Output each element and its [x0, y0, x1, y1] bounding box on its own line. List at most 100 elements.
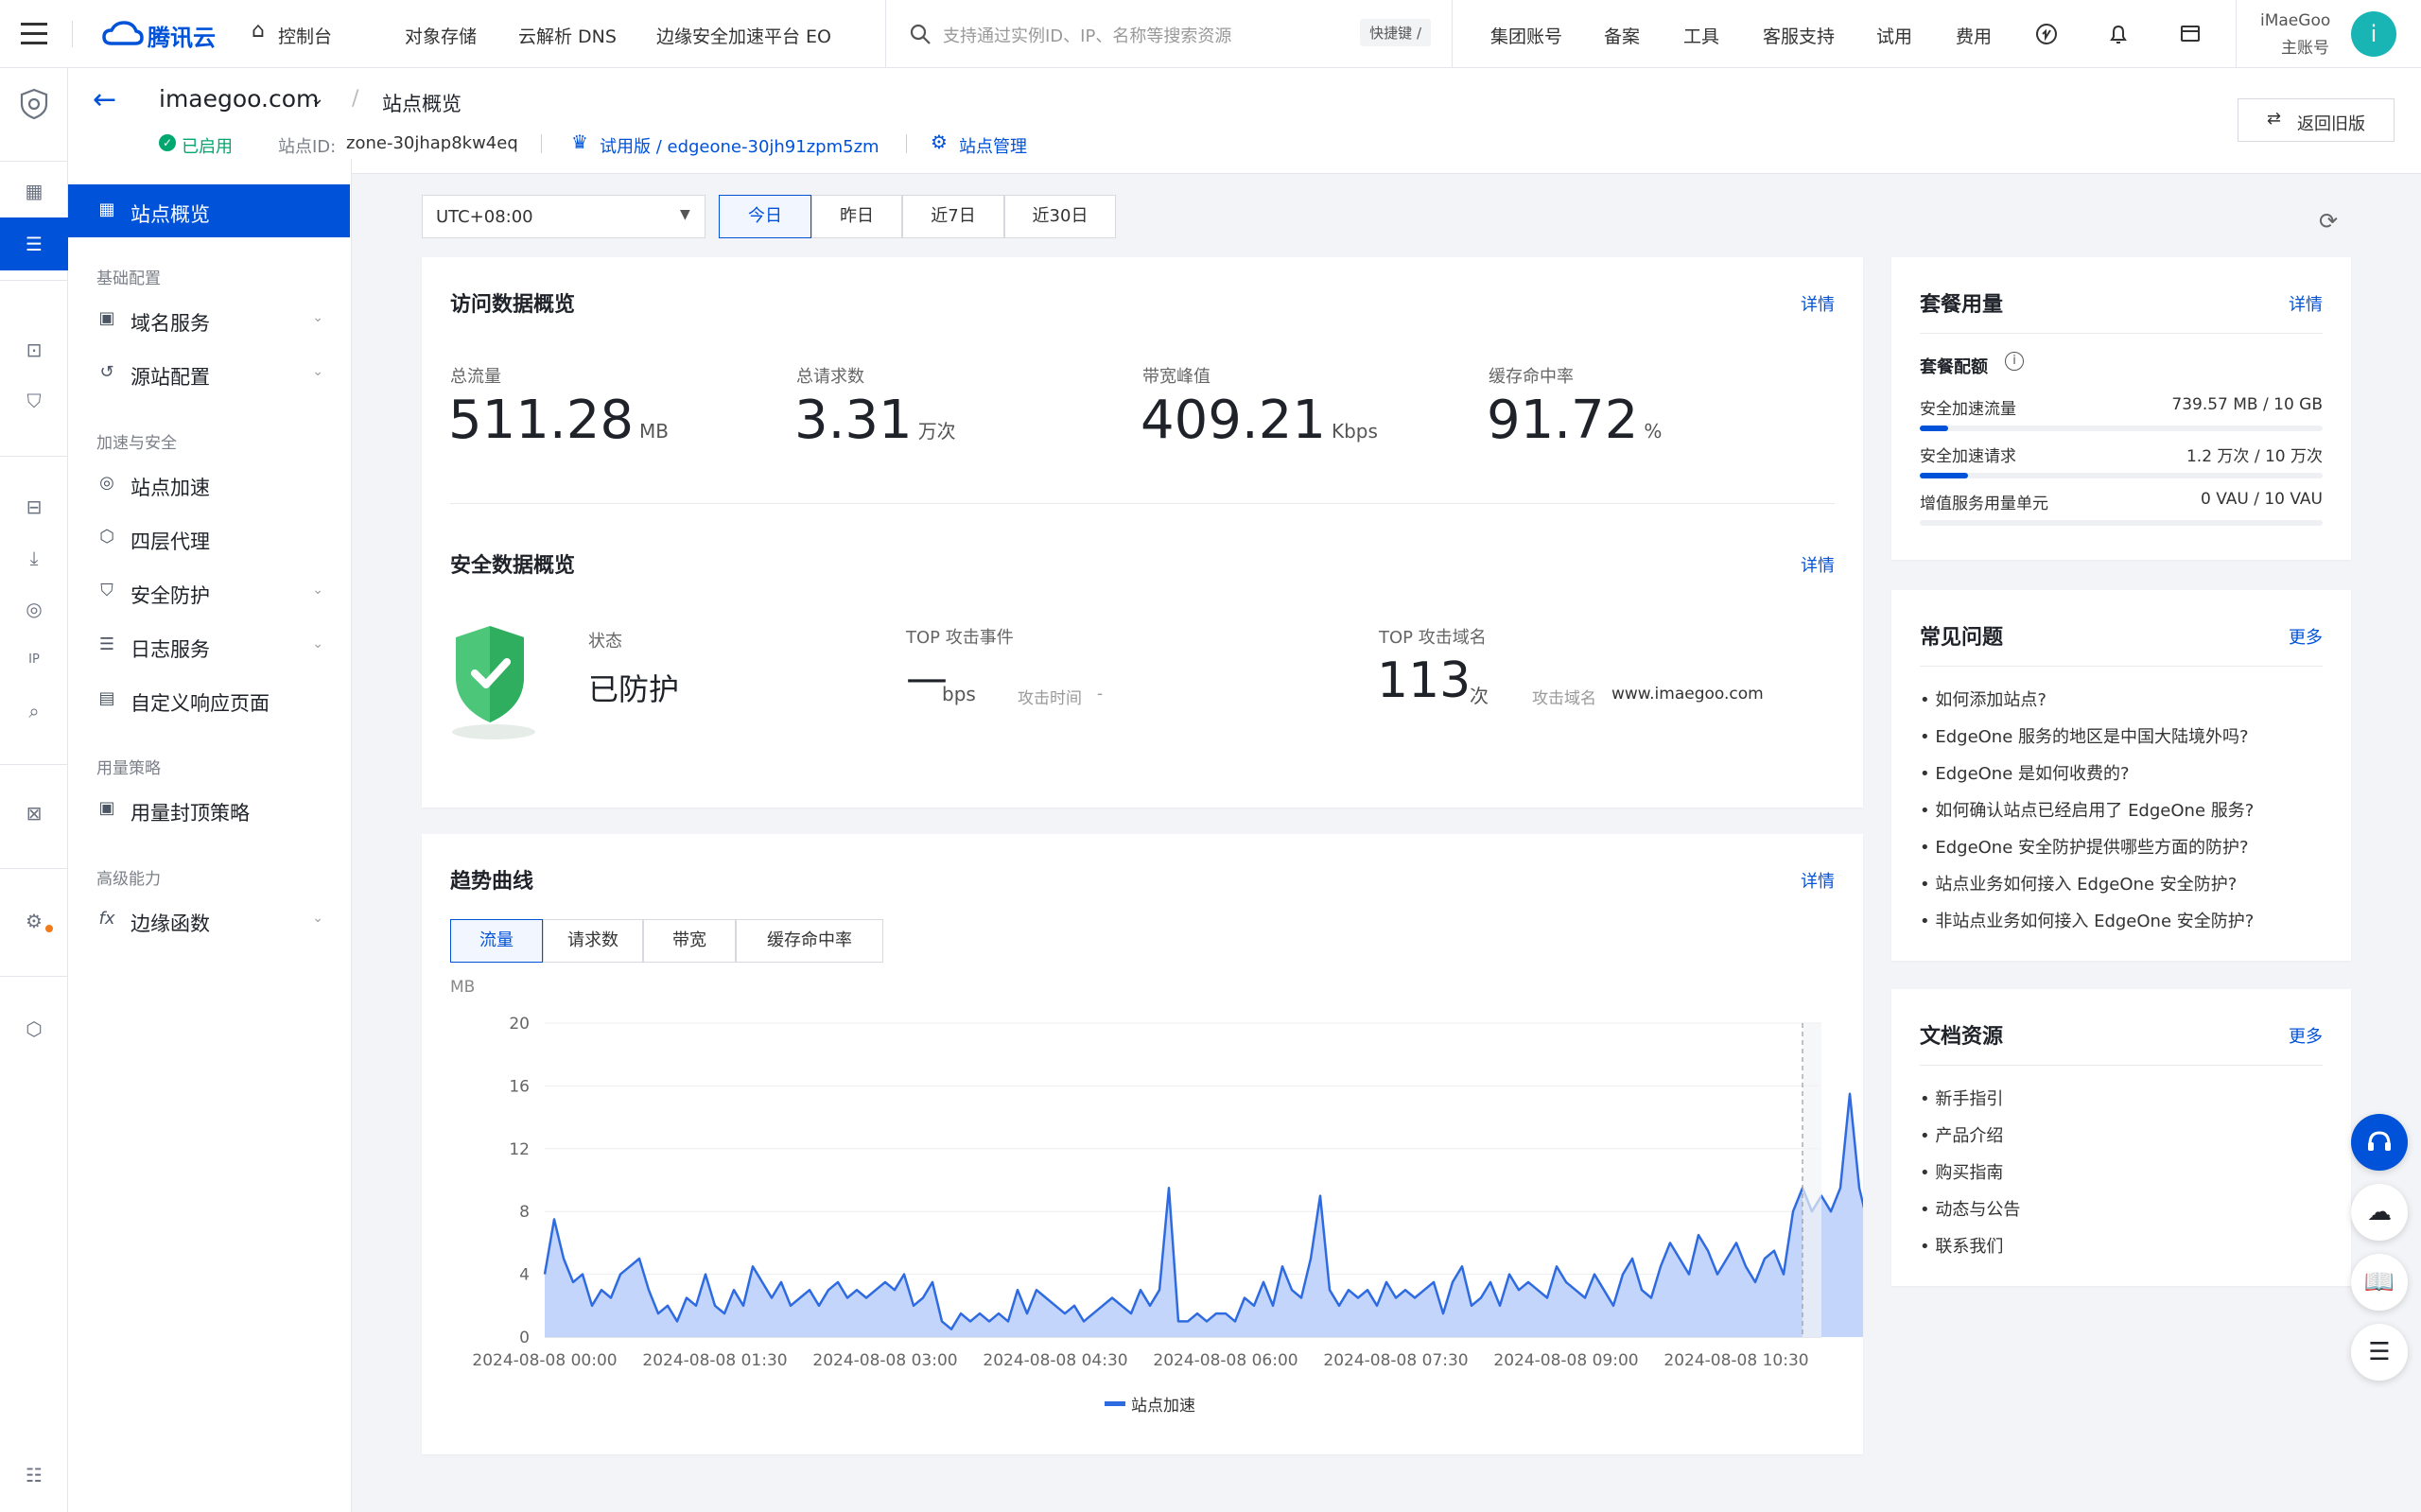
search-rail-icon[interactable]: ⌕ [23, 700, 45, 722]
site-domain-selector[interactable]: imaegoo.com [159, 85, 319, 113]
trend-detail-link[interactable]: 详情 [1801, 868, 1835, 893]
nav-support[interactable]: 客服支持 [1763, 23, 1835, 48]
sidebar-item-security[interactable]: ⛉ 安全防护 ⌄ [68, 565, 350, 618]
faq-more-link[interactable]: 更多 [2289, 624, 2323, 649]
user-name[interactable]: iMaeGoo [2260, 11, 2330, 30]
sidebar-item-overview[interactable]: ▦ 站点概览 [68, 184, 350, 237]
nav-link-dns[interactable]: 云解析 DNS [518, 23, 617, 48]
sidebar-item-log[interactable]: ☰ 日志服务 ⌄ [68, 619, 350, 672]
plan-link[interactable]: 试用版 / edgeone-30jh91zpm5zm [600, 133, 880, 158]
docs-more-link[interactable]: 更多 [2289, 1023, 2323, 1048]
tab-cache-hit[interactable]: 缓存命中率 [736, 919, 883, 963]
nav-group-account[interactable]: 集团账号 [1490, 23, 1562, 48]
rail-site-active[interactable]: ☰ [0, 217, 68, 270]
docs-item[interactable]: 购买指南 [1920, 1159, 2020, 1196]
page-icon: ▤ [98, 688, 115, 708]
range-yesterday[interactable]: 昨日 [811, 195, 902, 238]
brand-name[interactable]: 腾讯云 [148, 19, 216, 52]
trend-card: 趋势曲线 详情 流量 请求数 带宽 缓存命中率 MB 0 4 8 12 16 20 2024… [422, 834, 1863, 1454]
ip-icon[interactable]: IP [23, 649, 45, 671]
faq-item[interactable]: EdgeOne 是如何收费的? [1920, 760, 2254, 797]
site-manage-link[interactable]: 站点管理 [959, 133, 1027, 158]
metric-value: 3.31 [794, 390, 913, 451]
nav-tools[interactable]: 工具 [1683, 23, 1719, 48]
activity-icon[interactable] [2035, 23, 2058, 45]
faq-item[interactable]: 站点业务如何接入 EdgeOne 安全防护? [1920, 871, 2254, 908]
analytics-icon[interactable]: ⊡ [23, 339, 45, 361]
range-today[interactable]: 今日 [719, 195, 811, 238]
faq-item[interactable]: EdgeOne 安全防护提供哪些方面的防护? [1920, 834, 2254, 871]
avatar[interactable]: i [2351, 11, 2396, 57]
monitor-icon[interactable]: ⊟ [23, 495, 45, 518]
nav-link-cos[interactable]: 对象存储 [405, 23, 477, 48]
sidebar-item-custom-page[interactable]: ▤ 自定义响应页面 [68, 673, 350, 726]
docs-item[interactable]: 产品介绍 [1920, 1122, 2020, 1159]
sidebar-item-accel[interactable]: ◎ 站点加速 [68, 458, 350, 511]
x-tick-label: 2024-08-08 06:00 [1153, 1351, 1298, 1370]
billing-rail-icon[interactable]: ⊠ [23, 802, 45, 825]
quota-label: 套餐配额 [1920, 357, 1988, 377]
cloud-assistant-button[interactable]: ☁ [2351, 1184, 2408, 1241]
download-icon[interactable]: ⤓ [23, 547, 45, 569]
access-detail-link[interactable]: 详情 [1801, 291, 1835, 316]
sidebar-item-edge-function[interactable]: fx 边缘函数 ⌄ [68, 894, 350, 947]
trend-chart[interactable]: 0 4 8 12 16 20 2024-08-08 00:00 2024-08-08 01:3… [422, 995, 1863, 1392]
plugin-rail-icon[interactable]: ⬡ [23, 1017, 45, 1040]
faq-item[interactable]: 如何添加站点? [1920, 686, 2254, 723]
info-icon[interactable]: i [2005, 352, 2024, 371]
divider [2236, 0, 2237, 68]
plan-detail-link[interactable]: 详情 [2289, 291, 2323, 316]
back-arrow-icon[interactable]: ← [93, 83, 116, 116]
range-30d[interactable]: 近30日 [1004, 195, 1116, 238]
range-7d[interactable]: 近7日 [902, 195, 1004, 238]
console-link[interactable]: 控制台 [278, 23, 332, 48]
settings-rail-icon[interactable]: ⚙ [23, 910, 45, 932]
domain-icon: ▣ [98, 308, 115, 328]
eo-product-icon[interactable] [17, 87, 51, 121]
faq-list: 如何添加站点? EdgeOne 服务的地区是中国大陆境外吗? EdgeOne 是… [1920, 686, 2254, 945]
chevron-down-icon[interactable]: ⌄ [310, 89, 324, 109]
nav-trial[interactable]: 试用 [1876, 23, 1912, 48]
nav-billing[interactable]: 费用 [1956, 23, 1992, 48]
home-icon[interactable]: ⌂ [252, 19, 265, 43]
more-tools-button[interactable]: ☰ [2351, 1324, 2408, 1381]
sidebar: ▦ 站点概览 基础配置 ▣ 域名服务 ⌄ ↺ 源站配置 ⌄ 加速与安全 ◎ 站点… [68, 159, 352, 1512]
refresh-icon[interactable]: ⟳ [2319, 208, 2338, 235]
sidebar-item-l4proxy[interactable]: ⬡ 四层代理 [68, 512, 350, 565]
dashboard-icon[interactable]: ▦ [23, 180, 45, 202]
sidebar-group-title: 加速与安全 [96, 434, 177, 453]
security-rail-icon[interactable]: ⛉ [23, 390, 45, 412]
docs-item[interactable]: 联系我们 [1920, 1233, 2020, 1270]
tencent-cloud-logo-icon[interactable] [102, 21, 144, 47]
collapse-icon[interactable]: ☷ [23, 1464, 45, 1486]
sidebar-item-domain[interactable]: ▣ 域名服务 ⌄ [68, 293, 350, 346]
docs-item[interactable]: 动态与公告 [1920, 1196, 2020, 1233]
sidebar-item-label: 源站配置 [131, 366, 210, 389]
menu-icon[interactable] [21, 23, 47, 45]
faq-item[interactable]: 如何确认站点已经启用了 EdgeOne 服务? [1920, 797, 2254, 834]
docs-item[interactable]: 新手指引 [1920, 1086, 2020, 1122]
faq-item[interactable]: 非站点业务如何接入 EdgeOne 安全防护? [1920, 908, 2254, 945]
tab-bandwidth[interactable]: 带宽 [643, 919, 736, 963]
docs-button[interactable]: 📖 [2351, 1254, 2408, 1311]
security-detail-link[interactable]: 详情 [1801, 552, 1835, 577]
faq-item[interactable]: EdgeOne 服务的地区是中国大陆境外吗? [1920, 723, 2254, 760]
user-role: 主账号 [2281, 39, 2329, 58]
sidebar-item-cap[interactable]: ▣ 用量封顶策略 [68, 783, 350, 836]
nav-link-eo[interactable]: 边缘安全加速平台 EO [656, 23, 831, 48]
health-icon[interactable]: ◎ [23, 598, 45, 620]
breadcrumb-current: 站点概览 [382, 93, 462, 115]
tab-requests[interactable]: 请求数 [543, 919, 643, 963]
back-old-version-button[interactable]: ⇄ 返回旧版 [2238, 98, 2395, 142]
workorder-icon[interactable] [2179, 23, 2202, 45]
online-support-button[interactable] [2351, 1114, 2408, 1171]
series-area [545, 1093, 1863, 1337]
sidebar-item-origin[interactable]: ↺ 源站配置 ⌄ [68, 347, 350, 400]
bell-icon[interactable] [2107, 23, 2130, 45]
faq-card: 常见问题 更多 如何添加站点? EdgeOne 服务的地区是中国大陆境外吗? E… [1891, 590, 2351, 961]
global-search[interactable]: 支持通过实例ID、IP、名称等搜索资源 快捷键 / [885, 0, 1453, 68]
nav-icp[interactable]: 备案 [1604, 23, 1640, 48]
timezone-select[interactable]: UTC+08:00 ▼ [422, 195, 705, 238]
tab-traffic[interactable]: 流量 [450, 919, 543, 963]
plan-title: 套餐用量 [1920, 293, 2004, 317]
